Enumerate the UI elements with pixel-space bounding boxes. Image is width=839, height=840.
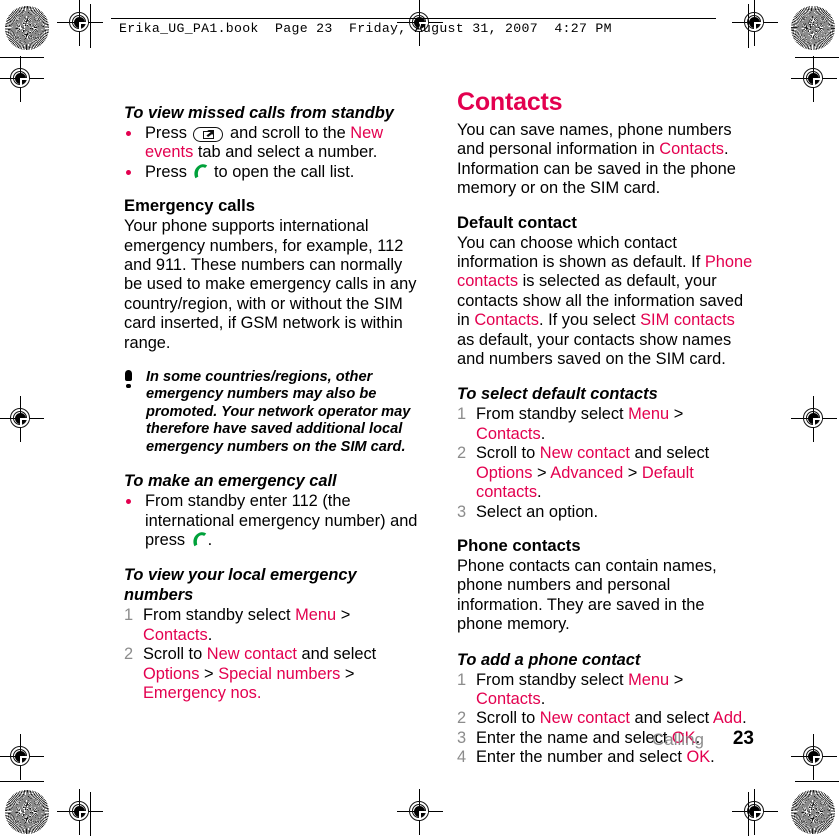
- list-item: 3 Select an option.: [457, 503, 754, 522]
- footer-page-number: 23: [732, 728, 754, 749]
- call-icon: [191, 532, 207, 547]
- bullet-text-mid: and scroll to the: [225, 124, 351, 142]
- view-local-emergency-steps: 1 From standby select Menu > Contacts. 2…: [124, 606, 421, 703]
- note-block-emergency-numbers: In some countries/regions, other emergen…: [124, 369, 421, 456]
- list-item: 2 Scroll to New contact and select Optio…: [124, 645, 421, 703]
- select-default-contacts-steps: 1 From standby select Menu > Contacts. 2…: [457, 405, 754, 521]
- bullet-text-pre: From standby enter 112 (the internationa…: [145, 492, 418, 549]
- step-number: 2: [124, 645, 134, 664]
- heading-make-emergency-call: To make an emergency call: [124, 472, 337, 491]
- paragraph-emergency-calls: Your phone supports international emerge…: [124, 217, 417, 352]
- heading-add-phone-contact: To add a phone contact: [457, 650, 641, 669]
- exclamation-icon: [124, 370, 134, 390]
- heading-default-contact: Default contact: [457, 212, 577, 232]
- bullet-text-pre: Press: [145, 124, 192, 142]
- make-emergency-call-bullet-list: From standby enter 112 (the internationa…: [124, 492, 421, 550]
- bullet-text-pre: Press: [145, 162, 192, 181]
- list-item: 2 Scroll to New contact and select Add.: [457, 709, 754, 728]
- heading-view-local-emergency-numbers: To view your local emergency numbers: [124, 566, 357, 605]
- step-number: 2: [457, 709, 467, 728]
- step-text: Select an option.: [476, 502, 599, 521]
- bullet-dot-icon: [126, 499, 131, 505]
- step-text: From standby select Menu > Contacts.: [476, 405, 684, 443]
- footer-chapter-name: Calling: [652, 730, 704, 749]
- list-item: Press and scroll to the New events tab a…: [124, 124, 421, 163]
- heading-view-missed-calls: To view missed calls from standby: [124, 104, 394, 122]
- bullet-dot-icon: [126, 169, 131, 175]
- step-text: From standby select Menu > Contacts.: [476, 670, 684, 708]
- activity-key-icon: [193, 127, 224, 142]
- left-column: To view missed calls from standby Press …: [124, 88, 421, 703]
- bullet-dot-icon: [126, 131, 131, 136]
- list-item: 1 From standby select Menu > Contacts.: [124, 606, 421, 645]
- step-number: 2: [457, 444, 467, 463]
- paragraph-default-contact: You can choose which contact information…: [457, 233, 753, 369]
- page-title: Contacts: [457, 88, 563, 116]
- list-item: 2 Scroll to New contact and select Optio…: [457, 444, 754, 502]
- list-item: 1 From standby select Menu > Contacts.: [457, 405, 754, 444]
- heading-emergency-calls: Emergency calls: [124, 196, 255, 216]
- page-footer: Calling 23: [457, 728, 754, 754]
- step-text: From standby select Menu > Contacts.: [143, 606, 351, 644]
- note-text: In some countries/regions, other emergen…: [146, 369, 411, 455]
- right-column: Contacts You can save names, phone numbe…: [457, 88, 754, 768]
- step-number: 3: [457, 502, 467, 521]
- page-content: To view missed calls from standby Press …: [0, 0, 839, 840]
- step-number: 1: [124, 606, 134, 625]
- paragraph-contacts-intro: You can save names, phone numbers and pe…: [457, 121, 736, 198]
- bullet-text-post: to open the call list.: [209, 162, 355, 181]
- step-text: Scroll to New contact and select Options…: [143, 645, 377, 702]
- heading-select-default-contacts: To select default contacts: [457, 385, 658, 404]
- step-text: Scroll to New contact and select Add.: [476, 709, 747, 728]
- list-item: 1 From standby select Menu > Contacts.: [457, 671, 754, 710]
- list-item: From standby enter 112 (the internationa…: [124, 492, 421, 550]
- heading-phone-contacts: Phone contacts: [457, 535, 581, 555]
- paragraph-phone-contacts: Phone contacts can contain names, phone …: [457, 556, 717, 634]
- step-text: Scroll to New contact and select Options…: [476, 444, 710, 502]
- step-number: 1: [457, 405, 467, 424]
- bullet-text-post: tab and select a number.: [193, 143, 378, 162]
- call-icon: [192, 164, 208, 179]
- missed-calls-bullet-list: Press and scroll to the New events tab a…: [124, 124, 421, 182]
- bullet-text-post: .: [207, 530, 213, 549]
- list-item: Press to open the call list.: [124, 163, 421, 182]
- step-number: 1: [457, 670, 467, 689]
